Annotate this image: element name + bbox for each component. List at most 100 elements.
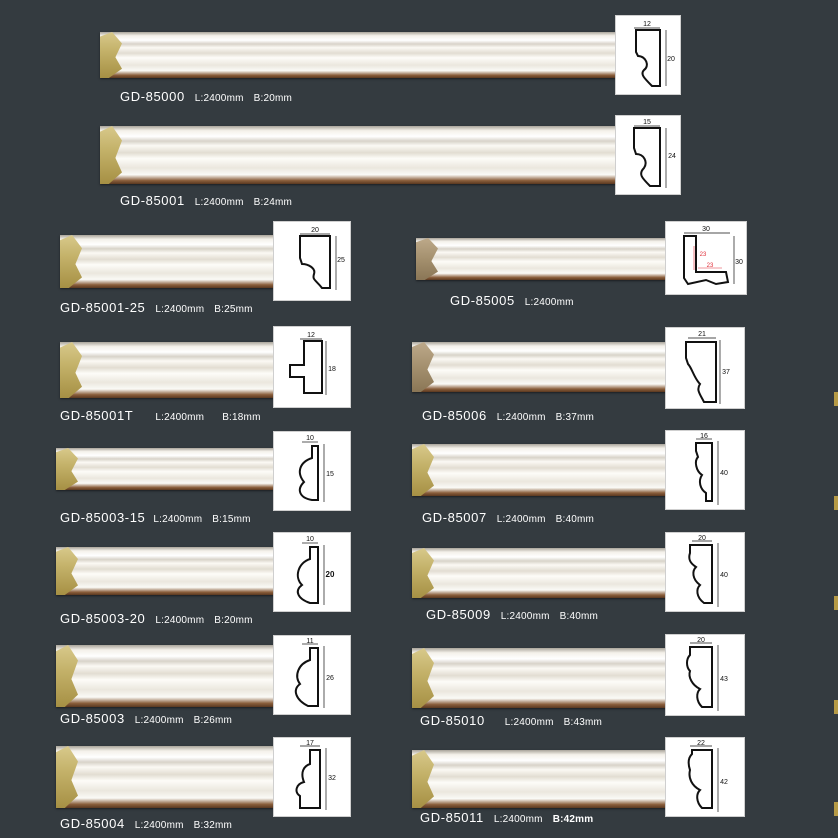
product-code: GD-85001T xyxy=(60,408,134,423)
dim-side: 40 xyxy=(720,572,728,579)
edge-accent xyxy=(834,700,838,714)
molding-photo xyxy=(56,746,274,808)
dim-top: 20 xyxy=(698,535,706,542)
length-spec: L:2400mm xyxy=(155,615,205,626)
product-label: GD-85001T L:2400mm B:18mm xyxy=(60,408,261,423)
dim-top: 12 xyxy=(307,332,315,339)
profile-drawing: 12 18 xyxy=(274,327,350,407)
product-label: GD-85000 L:2400mm B:20mm xyxy=(120,89,292,104)
length-spec: L:2400mm xyxy=(496,514,546,525)
width-spec: B:43mm xyxy=(563,717,603,728)
dim-side: 25 xyxy=(337,257,345,264)
edge-accent xyxy=(834,596,838,610)
dim-side: 30 xyxy=(735,259,743,266)
product-code: GD-85004 xyxy=(60,816,125,831)
dim-top: 16 xyxy=(700,433,708,440)
product-code: GD-85001-25 xyxy=(60,300,146,315)
molding-photo xyxy=(56,547,274,595)
dim-side: 43 xyxy=(720,676,728,683)
molding-photo xyxy=(60,235,274,288)
product-label: GD-85003-20 L:2400mm B:20mm xyxy=(60,611,253,626)
molding-photo xyxy=(56,645,274,707)
dim-side: 37 xyxy=(722,369,730,376)
profile-drawing: 11 26 xyxy=(274,636,350,714)
length-spec: L:2400mm xyxy=(134,820,184,831)
profile-drawing: 20 25 xyxy=(274,222,350,300)
dim-top: 20 xyxy=(697,637,705,644)
molding-photo xyxy=(56,448,274,490)
molding-photo xyxy=(416,238,668,280)
product-label: GD-85004 L:2400mm B:32mm xyxy=(60,816,232,831)
width-spec: B:42mm xyxy=(552,814,594,825)
width-spec: B:24mm xyxy=(253,197,293,208)
dim-top: 30 xyxy=(702,226,710,233)
profile-drawing: 15 24 xyxy=(616,116,680,194)
width-spec: B:18mm xyxy=(222,412,261,423)
molding-photo xyxy=(60,342,274,398)
product-code: GD-85000 xyxy=(120,89,185,104)
dim-top: 15 xyxy=(643,119,651,126)
product-label: GD-85003-15 L:2400mm B:15mm xyxy=(60,510,251,525)
profile-drawing: 12 20 xyxy=(616,16,680,94)
width-spec: B:25mm xyxy=(214,304,253,315)
product-code: GD-85005 xyxy=(450,293,515,308)
length-spec: L:2400mm xyxy=(134,715,184,726)
dim-top: 17 xyxy=(306,740,314,747)
product-code: GD-85003 xyxy=(60,711,125,726)
dim-top: 22 xyxy=(697,740,705,747)
product-code: GD-85003-20 xyxy=(60,611,146,626)
molding-photo xyxy=(412,444,668,496)
product-code: GD-85010 xyxy=(420,713,485,728)
dim-top: 12 xyxy=(643,21,651,28)
product-label: GD-85011 L:2400mm B:42mm xyxy=(420,810,593,825)
molding-photo xyxy=(412,548,668,598)
dim-inner-b: 23 xyxy=(707,263,714,269)
dim-side: 26 xyxy=(326,675,334,682)
product-code: GD-85009 xyxy=(426,607,491,622)
dim-side: 32 xyxy=(328,775,336,782)
width-spec: B:15mm xyxy=(212,514,251,525)
dim-side: 24 xyxy=(668,153,676,160)
edge-accent xyxy=(834,802,838,816)
length-spec: L:2400mm xyxy=(155,412,205,423)
profile-drawing: 17 32 xyxy=(274,738,350,816)
dim-side: 42 xyxy=(720,779,728,786)
dim-side: 40 xyxy=(720,470,728,477)
length-spec: L:2400mm xyxy=(500,611,550,622)
length-spec: L:2400mm xyxy=(524,297,574,308)
product-label: GD-85010 L:2400mm B:43mm xyxy=(420,713,602,728)
width-spec: B:40mm xyxy=(559,611,599,622)
profile-drawing: 10 15 xyxy=(274,432,350,510)
dim-side: 20 xyxy=(667,56,675,63)
width-spec: B:40mm xyxy=(555,514,595,525)
dim-top: 11 xyxy=(306,638,313,645)
product-label: GD-85001-25 L:2400mm B:25mm xyxy=(60,300,253,315)
profile-drawing: 20 40 xyxy=(666,533,744,611)
length-spec: L:2400mm xyxy=(155,304,205,315)
dim-side: 20 xyxy=(326,570,335,579)
product-label: GD-85003 L:2400mm B:26mm xyxy=(60,711,232,726)
profile-drawing: 16 40 xyxy=(666,431,744,509)
product-label: GD-85005 L:2400mm xyxy=(450,293,574,308)
molding-photo xyxy=(100,126,616,184)
molding-photo xyxy=(412,750,668,808)
product-label: GD-85009 L:2400mm B:40mm xyxy=(426,607,598,622)
width-spec: B:20mm xyxy=(253,93,293,104)
dim-top: 10 xyxy=(306,435,314,442)
dim-top: 10 xyxy=(306,536,314,543)
edge-accent xyxy=(834,496,838,510)
width-spec: B:32mm xyxy=(193,820,233,831)
dim-top: 21 xyxy=(698,331,706,338)
product-label: GD-85001 L:2400mm B:24mm xyxy=(120,193,292,208)
profile-drawing: 10 20 xyxy=(274,533,350,611)
profile-drawing: 20 43 xyxy=(666,635,744,715)
profile-drawing: 22 42 xyxy=(666,738,744,816)
dim-side: 18 xyxy=(328,366,336,373)
width-spec: B:26mm xyxy=(193,715,233,726)
product-code: GD-85001 xyxy=(120,193,185,208)
molding-photo xyxy=(100,32,616,78)
edge-accent xyxy=(834,392,838,406)
profile-drawing: 30 30 23 23 xyxy=(666,222,746,294)
dim-inner-a: 23 xyxy=(700,252,707,258)
length-spec: L:2400mm xyxy=(496,412,546,423)
